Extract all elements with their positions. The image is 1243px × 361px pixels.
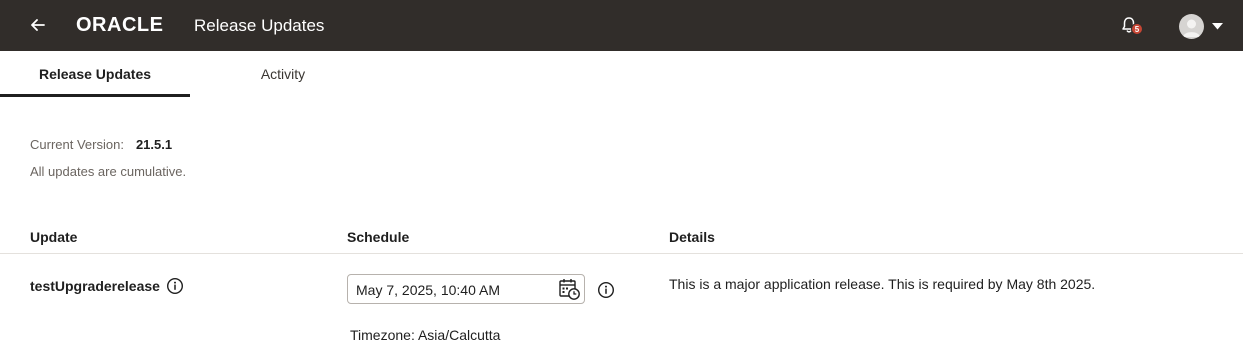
oracle-logo: ORACLE xyxy=(76,14,164,36)
calendar-clock-button[interactable] xyxy=(557,277,581,301)
tab-activity[interactable]: Activity xyxy=(190,51,376,97)
app-title: Release Updates xyxy=(194,16,325,35)
calendar-clock-icon xyxy=(559,279,580,300)
app-header: ORACLE Release Updates 5 xyxy=(0,0,1243,51)
avatar-icon xyxy=(1179,13,1204,39)
arrow-left-icon xyxy=(31,19,45,31)
update-info-icon[interactable] xyxy=(166,277,184,295)
schedule-info-icon[interactable] xyxy=(597,281,615,299)
current-version-value: 21.5.1 xyxy=(135,137,173,152)
tab-release-updates[interactable]: Release Updates xyxy=(0,51,190,97)
tab-bar: Release Updates Activity xyxy=(0,51,1243,97)
column-header-details: Details xyxy=(669,229,715,245)
column-header-schedule: Schedule xyxy=(347,229,410,245)
notification-count-badge: 5 xyxy=(1131,23,1143,35)
schedule-date-input[interactable]: May 7, 2025, 10:40 AM xyxy=(347,274,585,304)
current-version-label: Current Version: xyxy=(30,137,124,152)
update-name: testUpgraderelease xyxy=(30,278,160,294)
back-button[interactable] xyxy=(26,13,50,37)
schedule-date-value: May 7, 2025, 10:40 AM xyxy=(356,282,500,298)
notifications-button[interactable]: 5 xyxy=(1119,14,1145,38)
current-version: Current Version: 21.5.1 xyxy=(30,137,172,153)
update-details: This is a major application release. Thi… xyxy=(669,276,1096,292)
user-menu-button[interactable] xyxy=(1179,12,1231,40)
cumulative-note: All updates are cumulative. xyxy=(30,164,187,179)
timezone-text: Timezone: Asia/Calcutta xyxy=(350,327,501,343)
column-header-update: Update xyxy=(30,229,78,245)
caret-down-icon xyxy=(1212,22,1223,29)
header-divider xyxy=(0,253,1243,254)
